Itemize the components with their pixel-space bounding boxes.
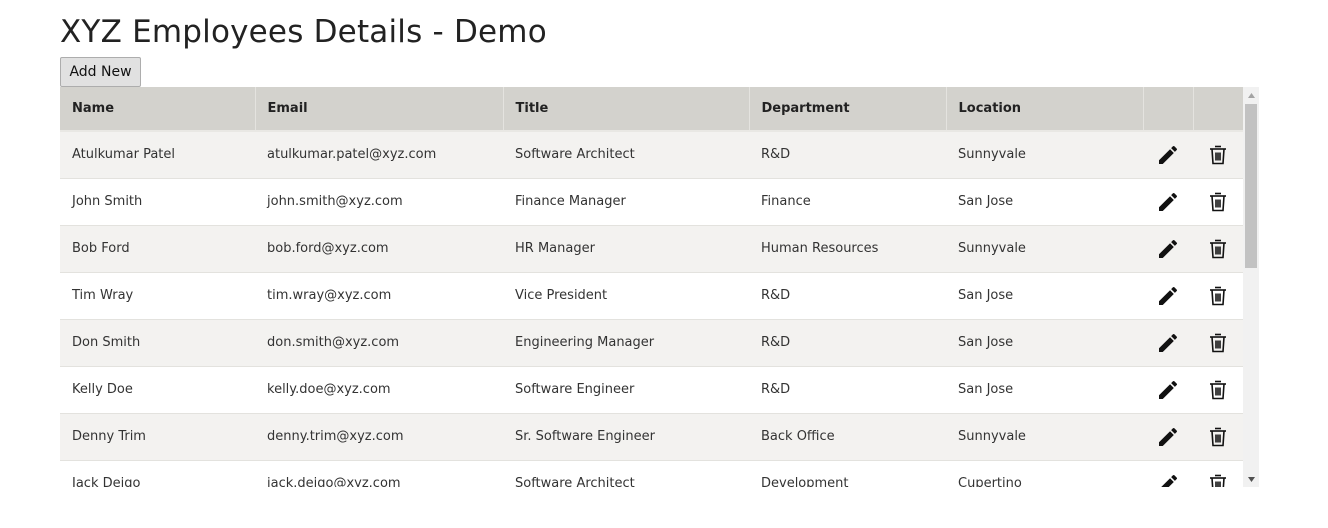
cell-delete <box>1193 131 1243 179</box>
scroll-up-arrow-icon[interactable] <box>1243 88 1259 102</box>
table-row[interactable]: Jack Deigo jack.deigo@xyz.com Software A… <box>60 460 1243 487</box>
cell-edit <box>1143 225 1193 273</box>
page-title: XYZ Employees Details - Demo <box>60 14 547 50</box>
pencil-icon[interactable] <box>1156 143 1180 167</box>
cell-location: San Jose <box>946 366 1143 414</box>
cell-department: R&D <box>749 272 946 320</box>
trash-icon[interactable] <box>1206 237 1230 261</box>
table-row[interactable]: Don Smith don.smith@xyz.com Engineering … <box>60 319 1243 367</box>
trash-icon[interactable] <box>1206 472 1230 487</box>
cell-name: Bob Ford <box>60 225 255 273</box>
column-header-email[interactable]: Email <box>255 87 504 132</box>
cell-email: tim.wray@xyz.com <box>255 272 503 320</box>
cell-department: R&D <box>749 131 946 179</box>
cell-department: Back Office <box>749 413 946 461</box>
table-body: Atulkumar Patel atulkumar.patel@xyz.com … <box>60 131 1243 487</box>
cell-edit <box>1143 319 1193 367</box>
grid-viewport: Name Email Title Department Location Atu… <box>60 87 1243 487</box>
cell-email: kelly.doe@xyz.com <box>255 366 503 414</box>
cell-title: Vice President <box>503 272 749 320</box>
add-new-button[interactable]: Add New <box>60 57 141 87</box>
pencil-icon[interactable] <box>1156 378 1180 402</box>
cell-name: Tim Wray <box>60 272 255 320</box>
cell-department: R&D <box>749 319 946 367</box>
cell-name: Atulkumar Patel <box>60 131 255 179</box>
cell-edit <box>1143 413 1193 461</box>
cell-title: Software Architect <box>503 460 749 487</box>
trash-icon[interactable] <box>1206 190 1230 214</box>
cell-title: Sr. Software Engineer <box>503 413 749 461</box>
cell-location: San Jose <box>946 272 1143 320</box>
cell-location: San Jose <box>946 178 1143 226</box>
cell-name: Jack Deigo <box>60 460 255 487</box>
cell-department: Human Resources <box>749 225 946 273</box>
cell-location: Sunnyvale <box>946 225 1143 273</box>
cell-name: Kelly Doe <box>60 366 255 414</box>
trash-icon[interactable] <box>1206 331 1230 355</box>
cell-edit <box>1143 178 1193 226</box>
vertical-scrollbar[interactable] <box>1243 87 1259 487</box>
cell-delete <box>1193 366 1243 414</box>
trash-icon[interactable] <box>1206 425 1230 449</box>
cell-delete <box>1193 272 1243 320</box>
cell-email: jack.deigo@xyz.com <box>255 460 503 487</box>
table-row[interactable]: Atulkumar Patel atulkumar.patel@xyz.com … <box>60 131 1243 179</box>
table-header-row: Name Email Title Department Location <box>60 87 1243 132</box>
cell-location: Cupertino <box>946 460 1143 487</box>
column-header-location[interactable]: Location <box>946 87 1144 132</box>
cell-delete <box>1193 319 1243 367</box>
cell-edit <box>1143 272 1193 320</box>
scrollbar-thumb[interactable] <box>1245 104 1257 268</box>
column-header-department[interactable]: Department <box>749 87 947 132</box>
cell-title: Finance Manager <box>503 178 749 226</box>
cell-edit <box>1143 366 1193 414</box>
cell-title: Software Engineer <box>503 366 749 414</box>
cell-email: bob.ford@xyz.com <box>255 225 503 273</box>
cell-edit <box>1143 460 1193 487</box>
cell-title: Engineering Manager <box>503 319 749 367</box>
cell-department: Development <box>749 460 946 487</box>
pencil-icon[interactable] <box>1156 284 1180 308</box>
table-row[interactable]: Bob Ford bob.ford@xyz.com HR Manager Hum… <box>60 225 1243 273</box>
column-header-title[interactable]: Title <box>503 87 750 132</box>
table-row[interactable]: Tim Wray tim.wray@xyz.com Vice President… <box>60 272 1243 320</box>
column-header-edit <box>1143 87 1194 132</box>
column-header-delete <box>1193 87 1243 132</box>
cell-email: don.smith@xyz.com <box>255 319 503 367</box>
cell-name: Denny Trim <box>60 413 255 461</box>
cell-name: John Smith <box>60 178 255 226</box>
pencil-icon[interactable] <box>1156 237 1180 261</box>
pencil-icon[interactable] <box>1156 190 1180 214</box>
table-row[interactable]: John Smith john.smith@xyz.com Finance Ma… <box>60 178 1243 226</box>
cell-title: HR Manager <box>503 225 749 273</box>
cell-department: Finance <box>749 178 946 226</box>
cell-location: San Jose <box>946 319 1143 367</box>
cell-email: denny.trim@xyz.com <box>255 413 503 461</box>
trash-icon[interactable] <box>1206 143 1230 167</box>
cell-email: atulkumar.patel@xyz.com <box>255 131 503 179</box>
column-header-name[interactable]: Name <box>60 87 256 132</box>
cell-title: Software Architect <box>503 131 749 179</box>
cell-delete <box>1193 460 1243 487</box>
employee-grid: Name Email Title Department Location Atu… <box>60 87 1259 487</box>
cell-delete <box>1193 178 1243 226</box>
cell-name: Don Smith <box>60 319 255 367</box>
pencil-icon[interactable] <box>1156 425 1180 449</box>
cell-department: R&D <box>749 366 946 414</box>
cell-location: Sunnyvale <box>946 413 1143 461</box>
trash-icon[interactable] <box>1206 378 1230 402</box>
cell-email: john.smith@xyz.com <box>255 178 503 226</box>
pencil-icon[interactable] <box>1156 472 1180 487</box>
trash-icon[interactable] <box>1206 284 1230 308</box>
cell-delete <box>1193 413 1243 461</box>
scroll-down-arrow-icon[interactable] <box>1243 472 1259 486</box>
table-row[interactable]: Kelly Doe kelly.doe@xyz.com Software Eng… <box>60 366 1243 414</box>
pencil-icon[interactable] <box>1156 331 1180 355</box>
employee-table: Name Email Title Department Location Atu… <box>60 87 1243 487</box>
cell-location: Sunnyvale <box>946 131 1143 179</box>
cell-delete <box>1193 225 1243 273</box>
cell-edit <box>1143 131 1193 179</box>
table-row[interactable]: Denny Trim denny.trim@xyz.com Sr. Softwa… <box>60 413 1243 461</box>
